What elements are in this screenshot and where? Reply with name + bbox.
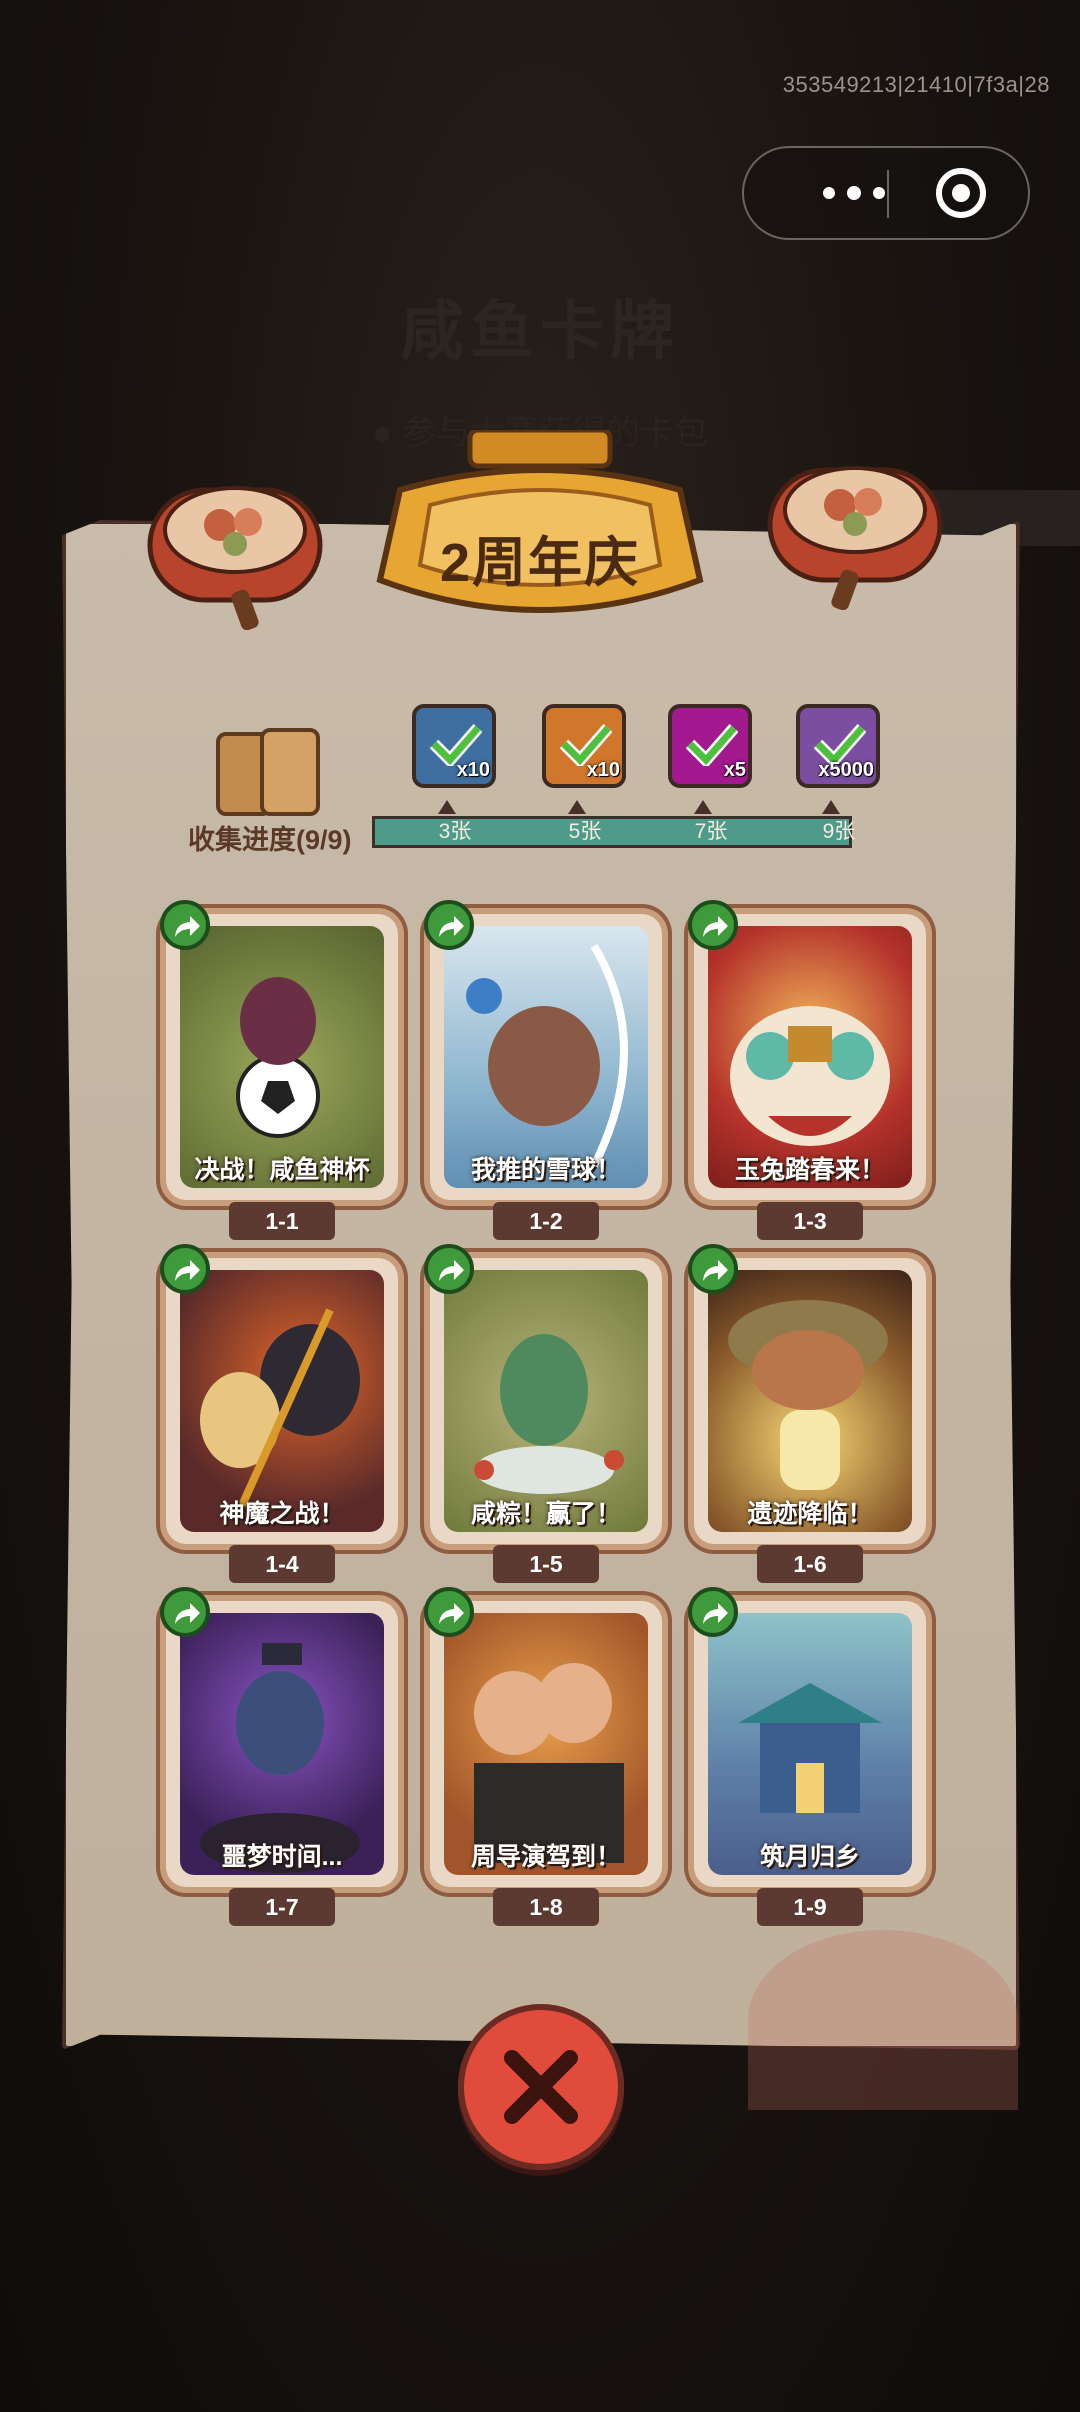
ticket-reward-icon[interactable]: x10 — [542, 704, 626, 788]
card-artwork — [444, 1270, 648, 1532]
reward-count: x10 — [456, 759, 490, 781]
gem-reward-icon[interactable]: x5 — [668, 704, 752, 788]
milestone-label: 9张 — [822, 820, 856, 843]
card-album-icon[interactable] — [210, 728, 330, 818]
card-artwork — [180, 1613, 384, 1875]
card-title: 筑月归乡 — [759, 1843, 860, 1871]
milestone-marker — [822, 800, 840, 814]
card-number: 1-4 — [229, 1545, 335, 1583]
card-artwork — [180, 926, 384, 1188]
crystal-reward-icon[interactable]: x5000 — [796, 704, 880, 788]
card-number: 1-1 — [229, 1202, 335, 1240]
milestone-marker — [438, 800, 456, 814]
card-artwork — [708, 926, 912, 1188]
close-icon — [504, 2050, 578, 2124]
card-artwork — [444, 1613, 648, 1875]
collection-progress-label: 收集进度(9/9) — [188, 825, 352, 855]
event-title: 2周年庆 — [439, 533, 641, 593]
card-title: 决战！咸鱼神杯 — [194, 1156, 370, 1184]
target-circle-icon[interactable] — [934, 166, 988, 220]
milestone-label: 3张 — [438, 820, 472, 843]
more-dots-icon[interactable] — [784, 148, 924, 238]
card-1-3[interactable]: 玉兔踏春来！ — [694, 914, 926, 1200]
card-title: 玉兔踏春来！ — [734, 1156, 885, 1184]
share-icon[interactable] — [688, 1244, 738, 1294]
card-1-5[interactable]: 咸粽！赢了！ — [430, 1258, 662, 1544]
card-artwork — [708, 1613, 912, 1875]
share-icon[interactable] — [424, 1587, 474, 1637]
card-number: 1-9 — [757, 1888, 863, 1926]
card-1-8[interactable]: 周导演驾到！ — [430, 1601, 662, 1887]
card-number: 1-7 — [229, 1888, 335, 1926]
card-title: 神魔之战！ — [219, 1500, 345, 1528]
debug-info: 353549213|21410|7f3a|28 — [782, 72, 1050, 97]
card-number: 1-6 — [757, 1545, 863, 1583]
milestone-label: 5张 — [568, 820, 602, 843]
card-number: 1-5 — [493, 1545, 599, 1583]
card-title: 噩梦时间... — [221, 1843, 343, 1871]
card-number: 1-3 — [757, 1202, 863, 1240]
card-1-9[interactable]: 筑月归乡 — [694, 1601, 926, 1887]
reward-count: x10 — [586, 759, 620, 781]
mini-program-capsule — [742, 146, 1030, 240]
milestone-marker — [694, 800, 712, 814]
card-artwork — [708, 1270, 912, 1532]
card-number: 1-2 — [493, 1202, 599, 1240]
card-artwork — [180, 1270, 384, 1532]
milestone-marker — [568, 800, 586, 814]
share-icon[interactable] — [688, 900, 738, 950]
capsule-divider — [887, 170, 889, 218]
card-1-7[interactable]: 噩梦时间... — [166, 1601, 398, 1887]
card-title: 遗迹降临！ — [747, 1500, 873, 1528]
milestone-label: 7张 — [694, 820, 728, 843]
card-title: 咸粽！赢了！ — [470, 1500, 621, 1528]
card-1-6[interactable]: 遗迹降临！ — [694, 1258, 926, 1544]
card-1-1[interactable]: 决战！咸鱼神杯 — [166, 914, 398, 1200]
background-title: 咸鱼卡牌 — [400, 295, 680, 367]
close-button[interactable] — [458, 2004, 624, 2170]
share-icon[interactable] — [160, 900, 210, 950]
card-1-2[interactable]: 我推的雪球！ — [430, 914, 662, 1200]
reward-count: x5 — [723, 759, 746, 781]
share-icon[interactable] — [424, 900, 474, 950]
left-drum-icon — [147, 486, 323, 630]
reward-count: x5000 — [818, 759, 874, 781]
share-icon[interactable] — [688, 1587, 738, 1637]
wax-stamp-decoration — [748, 1930, 1018, 2110]
card-artwork — [444, 926, 648, 1188]
card-number: 1-8 — [493, 1888, 599, 1926]
share-icon[interactable] — [160, 1587, 210, 1637]
card-title: 周导演驾到！ — [470, 1843, 621, 1871]
right-drum-icon — [767, 466, 943, 610]
card-title: 我推的雪球！ — [470, 1156, 621, 1184]
chest-reward-icon[interactable]: x10 — [412, 704, 496, 788]
card-1-4[interactable]: 神魔之战！ — [166, 1258, 398, 1544]
share-icon[interactable] — [424, 1244, 474, 1294]
share-icon[interactable] — [160, 1244, 210, 1294]
